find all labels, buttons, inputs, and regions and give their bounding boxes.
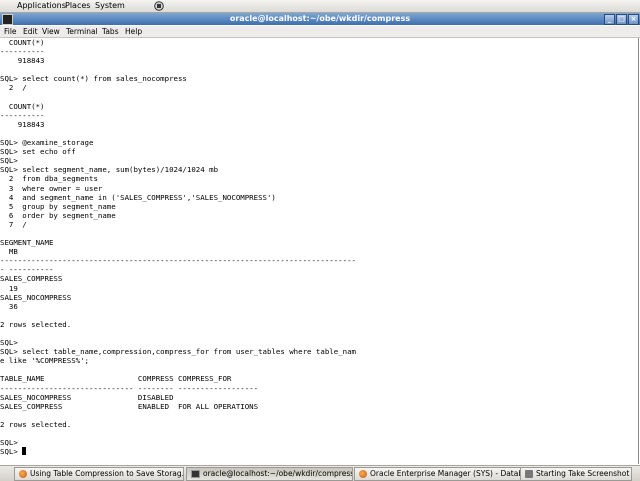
system-menu[interactable]: System (95, 0, 125, 12)
window-title-bar[interactable]: oracle@localhost:~/obe/wkdir/compress _ … (0, 13, 640, 25)
bottom-taskbar: Using Table Compression to Save Storag..… (0, 465, 640, 481)
network-icon[interactable] (154, 1, 164, 11)
places-menu[interactable]: Places (65, 0, 90, 12)
minimize-icon[interactable]: _ (604, 14, 615, 25)
text-cursor (22, 447, 26, 455)
firefox-icon (19, 470, 27, 478)
taskbar-item-screenshot[interactable]: Starting Take Screenshot (520, 467, 632, 481)
menubar: File Edit View Terminal Tabs Help (0, 26, 640, 38)
menu-view[interactable]: View (42, 26, 60, 37)
maximize-icon[interactable]: □ (616, 14, 627, 25)
close-icon[interactable]: × (628, 14, 639, 25)
menu-edit[interactable]: Edit (23, 26, 38, 37)
menu-help[interactable]: Help (125, 26, 142, 37)
taskbar-item-firefox-compression[interactable]: Using Table Compression to Save Storag..… (14, 467, 184, 481)
terminal-icon (191, 470, 200, 478)
menu-tabs[interactable]: Tabs (102, 26, 119, 37)
taskbar-item-firefox-oem[interactable]: Oracle Enterprise Manager (SYS) - Datab.… (354, 467, 524, 481)
window-title: oracle@localhost:~/obe/wkdir/compress (229, 14, 411, 23)
terminal-output: COUNT(*) ---------- 918843 SQL> select c… (0, 38, 356, 457)
top-panel: Applications Places System (0, 0, 640, 13)
applications-menu[interactable]: Applications (17, 0, 66, 12)
taskbar-item-label: Starting Take Screenshot (536, 469, 630, 478)
screenshot-icon (525, 470, 533, 478)
menu-terminal[interactable]: Terminal (66, 26, 98, 37)
taskbar-item-label: oracle@localhost:~/obe/wkdir/compress (203, 469, 353, 478)
terminal-area[interactable]: COUNT(*) ---------- 918843 SQL> select c… (0, 38, 639, 464)
menu-file[interactable]: File (4, 26, 17, 37)
taskbar-item-label: Using Table Compression to Save Storag..… (30, 469, 184, 478)
taskbar-item-terminal[interactable]: oracle@localhost:~/obe/wkdir/compress (186, 467, 353, 481)
taskbar-item-label: Oracle Enterprise Manager (SYS) - Datab.… (370, 469, 524, 478)
firefox-icon (359, 470, 367, 478)
